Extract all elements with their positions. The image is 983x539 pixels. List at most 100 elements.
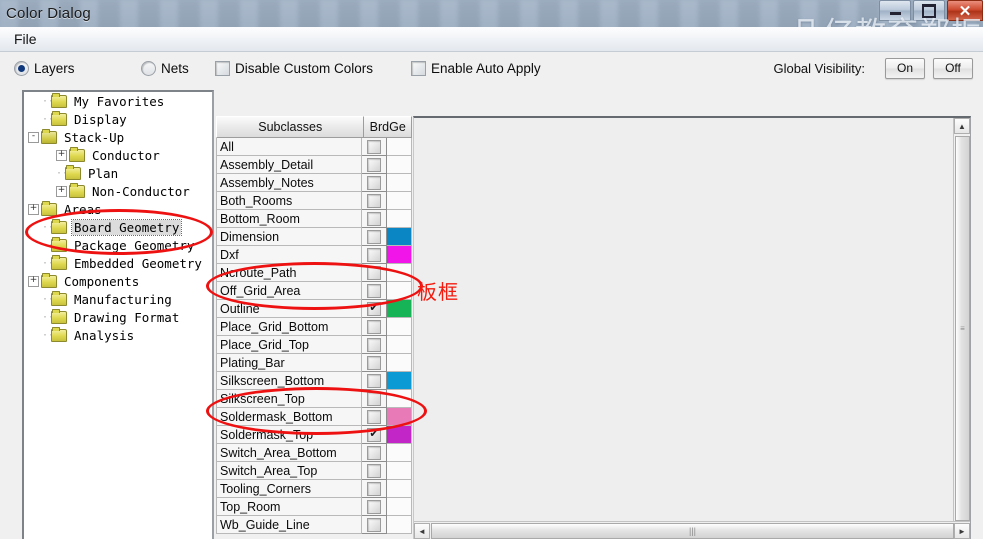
subclass-name-cell[interactable]: Dimension [216, 228, 362, 246]
horizontal-scrollbar-right[interactable]: ◄ ||| ► [414, 521, 970, 539]
subclass-visibility-checkbox-cell[interactable] [362, 498, 387, 516]
subclass-name-cell[interactable]: All [216, 138, 362, 156]
menu-item-file[interactable]: File [5, 30, 46, 49]
subclass-name-cell[interactable]: Assembly_Notes [216, 174, 362, 192]
table-row[interactable]: Off_Grid_Area [216, 282, 412, 300]
checkbox-icon[interactable] [367, 193, 381, 208]
tree-item-plan[interactable]: ·· Plan [24, 164, 212, 182]
table-row[interactable]: Place_Grid_Bottom [216, 318, 412, 336]
subclass-visibility-checkbox-cell[interactable]: ✔ [362, 426, 387, 444]
subclass-color-swatch[interactable] [387, 264, 412, 282]
subclass-visibility-checkbox-cell[interactable] [362, 246, 387, 264]
subclass-color-swatch[interactable] [387, 462, 412, 480]
checkbox-icon[interactable] [367, 139, 381, 154]
subclass-visibility-checkbox-cell[interactable] [362, 264, 387, 282]
tree-item-display[interactable]: ·· Display [24, 110, 212, 128]
subclass-name-cell[interactable]: Bottom_Room [216, 210, 362, 228]
subclass-color-swatch[interactable] [387, 516, 412, 534]
subclass-visibility-checkbox-cell[interactable] [362, 390, 387, 408]
subclass-color-swatch[interactable] [387, 426, 412, 444]
subclass-name-cell[interactable]: Wb_Guide_Line [216, 516, 362, 534]
radio-nets[interactable]: Nets [141, 60, 189, 76]
subclass-name-cell[interactable]: Soldermask_Top [216, 426, 362, 444]
table-row[interactable]: Bottom_Room [216, 210, 412, 228]
subclass-visibility-checkbox-cell[interactable] [362, 408, 387, 426]
subclass-color-swatch[interactable] [387, 336, 412, 354]
subclass-visibility-checkbox-cell[interactable] [362, 192, 387, 210]
table-row[interactable]: Dimension [216, 228, 412, 246]
vertical-scrollbar[interactable]: ▲ ≡ ▼ [953, 118, 970, 538]
table-row[interactable]: Dxf [216, 246, 412, 264]
layer-tree-panel[interactable]: ·· My Favorites ·· Display - Stack-Up + Conduct… [22, 90, 214, 539]
tree-item-board-geometry[interactable]: ·· Board Geometry [24, 218, 212, 236]
checkbox-checked-icon[interactable]: ✔ [367, 301, 381, 316]
subclass-visibility-checkbox-cell[interactable] [362, 516, 387, 534]
checkbox-icon[interactable] [367, 319, 381, 334]
subclass-name-cell[interactable]: Silkscreen_Top [216, 390, 362, 408]
table-row[interactable]: All [216, 138, 412, 156]
scroll-right-arrow-right-panel[interactable]: ► [954, 523, 970, 539]
checkbox-icon[interactable] [367, 373, 381, 388]
table-row[interactable]: Assembly_Detail [216, 156, 412, 174]
checkbox-disable-custom-colors[interactable]: Disable Custom Colors [215, 60, 373, 76]
table-row[interactable]: Silkscreen_Top [216, 390, 412, 408]
subclass-name-cell[interactable]: Assembly_Detail [216, 156, 362, 174]
horizontal-scrollbar-thumb-right[interactable]: ||| [431, 523, 954, 539]
checkbox-icon[interactable] [367, 481, 381, 496]
subclass-visibility-checkbox-cell[interactable] [362, 336, 387, 354]
checkbox-icon[interactable] [367, 409, 381, 424]
subclass-name-cell[interactable]: Both_Rooms [216, 192, 362, 210]
checkbox-icon[interactable] [367, 229, 381, 244]
subclass-name-cell[interactable]: Silkscreen_Bottom [216, 372, 362, 390]
subclass-color-swatch[interactable] [387, 318, 412, 336]
tree-item-non-conductor[interactable]: + Non-Conductor [24, 182, 212, 200]
subclass-color-swatch[interactable] [387, 300, 412, 318]
scroll-left-arrow-right-panel[interactable]: ◄ [414, 523, 430, 539]
subclass-color-swatch[interactable] [387, 354, 412, 372]
close-button[interactable]: ✕ [947, 0, 983, 21]
checkbox-icon[interactable] [367, 355, 381, 370]
subclass-visibility-checkbox-cell[interactable] [362, 354, 387, 372]
tree-item-stack-up[interactable]: - Stack-Up [24, 128, 212, 146]
table-row[interactable]: Ncroute_Path [216, 264, 412, 282]
checkbox-icon[interactable] [367, 283, 381, 298]
subclass-visibility-checkbox-cell[interactable] [362, 372, 387, 390]
checkbox-icon[interactable] [367, 517, 381, 532]
subclass-color-swatch[interactable] [387, 174, 412, 192]
subclass-color-swatch[interactable] [387, 282, 412, 300]
subclass-color-swatch[interactable] [387, 498, 412, 516]
subclass-visibility-checkbox-cell[interactable] [362, 444, 387, 462]
checkbox-icon[interactable] [367, 337, 381, 352]
maximize-button[interactable] [913, 0, 945, 21]
subclass-color-swatch[interactable] [387, 228, 412, 246]
tree-item-drawing-format[interactable]: ·· Drawing Format [24, 308, 212, 326]
subclass-color-swatch[interactable] [387, 408, 412, 426]
tree-item-package-geometry[interactable]: ·· Package Geometry [24, 236, 212, 254]
checkbox-icon[interactable] [367, 265, 381, 280]
subclass-visibility-checkbox-cell[interactable] [362, 156, 387, 174]
tree-item-components[interactable]: + Components [24, 272, 212, 290]
table-row[interactable]: Plating_Bar [216, 354, 412, 372]
subclass-name-cell[interactable]: Top_Room [216, 498, 362, 516]
collapse-icon[interactable]: - [28, 131, 39, 143]
checkbox-icon[interactable] [367, 247, 381, 262]
tree-item-manufacturing[interactable]: ·· Manufacturing [24, 290, 212, 308]
subclass-color-swatch[interactable] [387, 210, 412, 228]
subclass-color-swatch[interactable] [387, 390, 412, 408]
subclass-visibility-checkbox-cell[interactable] [362, 318, 387, 336]
table-row[interactable]: Soldermask_Top ✔ [216, 426, 412, 444]
expand-icon[interactable]: + [56, 185, 67, 197]
subclass-name-cell[interactable]: Tooling_Corners [216, 480, 362, 498]
tree-item-embedded-geometry[interactable]: ·· Embedded Geometry [24, 254, 212, 272]
subclass-name-cell[interactable]: Dxf [216, 246, 362, 264]
minimize-button[interactable] [879, 0, 911, 21]
tree-item-conductor[interactable]: + Conductor [24, 146, 212, 164]
scroll-up-arrow[interactable]: ▲ [954, 118, 970, 134]
expand-icon[interactable]: + [28, 275, 39, 287]
checkbox-icon[interactable] [367, 445, 381, 460]
subclass-name-cell[interactable]: Place_Grid_Bottom [216, 318, 362, 336]
subclass-visibility-checkbox-cell[interactable] [362, 210, 387, 228]
subclass-color-swatch[interactable] [387, 246, 412, 264]
subclass-visibility-checkbox-cell[interactable] [362, 480, 387, 498]
checkbox-icon[interactable] [367, 499, 381, 514]
